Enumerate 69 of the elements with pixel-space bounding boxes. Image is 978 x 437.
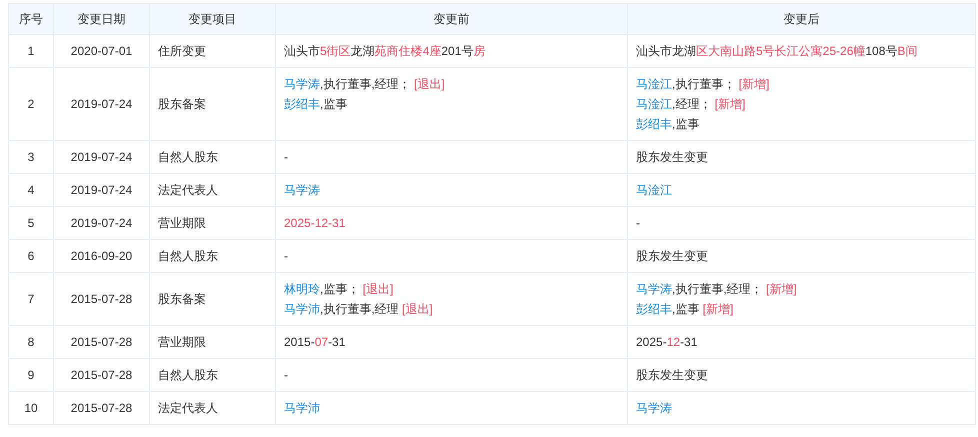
change-detail: 彭绍丰,监事 [新增] — [636, 302, 734, 316]
change-detail: 汕头市5街区龙湖苑商住楼4座201号房 — [284, 44, 486, 58]
change-date: 2016-09-20 — [70, 249, 132, 263]
row-number: 4 — [28, 183, 34, 197]
change-item: 法定代表人 — [158, 183, 218, 197]
change-detail: 马学涛,执行董事,经理； [新增] — [636, 282, 797, 296]
row-number: 6 — [28, 249, 34, 263]
row-number: 10 — [24, 401, 38, 415]
row-number: 1 — [28, 44, 34, 58]
change-item: 营业期限 — [158, 216, 206, 230]
change-detail: 马学涛,执行董事,经理； [退出] — [284, 77, 445, 91]
change-detail: 马淦江,经理； [新增] — [636, 97, 746, 111]
change-date: 2019-07-24 — [70, 216, 132, 230]
change-item: 自然人股东 — [158, 368, 218, 382]
change-detail: 马学沛,执行董事,经理 [退出] — [284, 302, 433, 316]
row-number: 3 — [28, 150, 34, 164]
row-number: 7 — [28, 292, 34, 306]
person-link[interactable]: 彭绍丰 — [284, 97, 320, 111]
row-number: 9 — [28, 368, 34, 382]
change-detail: - — [284, 150, 288, 164]
column-header: 序号 — [19, 12, 43, 26]
change-detail: 2025-12-31 — [636, 335, 698, 349]
change-item: 自然人股东 — [158, 150, 218, 164]
person-link[interactable]: 马淦江 — [636, 97, 672, 111]
change-date: 2019-07-24 — [70, 97, 132, 111]
person-link[interactable]: 马淦江 — [636, 77, 672, 91]
person-link[interactable]: 马学涛 — [636, 282, 672, 296]
column-header: 变更后 — [784, 12, 820, 26]
change-detail: 股东发生变更 — [636, 150, 708, 164]
column-header: 变更前 — [434, 12, 470, 26]
change-detail: 股东发生变更 — [636, 249, 708, 263]
change-detail: - — [284, 249, 288, 263]
change-item: 法定代表人 — [158, 401, 218, 415]
change-detail: 汕头市龙湖区大南山路5号长江公寓25-26幢108号B间 — [636, 44, 918, 58]
person-link[interactable]: 林明玲 — [284, 282, 320, 296]
person-link[interactable]: 马学涛 — [284, 183, 320, 197]
change-date: 2015-07-28 — [70, 335, 132, 349]
person-link[interactable]: 马学涛 — [284, 77, 320, 91]
change-detail: - — [284, 368, 288, 382]
column-header: 变更项目 — [188, 12, 236, 26]
change-item: 股东备案 — [158, 292, 206, 306]
person-link[interactable]: 彭绍丰 — [636, 117, 672, 131]
change-detail: - — [636, 216, 640, 230]
change-detail: 2025-12-31 — [284, 216, 346, 230]
change-detail: 2015-07-31 — [284, 335, 346, 349]
person-link[interactable]: 彭绍丰 — [636, 302, 672, 316]
change-detail: 马淦江,执行董事； [新增] — [636, 77, 770, 91]
change-date: 2020-07-01 — [70, 44, 132, 58]
change-item: 自然人股东 — [158, 249, 218, 263]
change-date: 2015-07-28 — [70, 292, 132, 306]
change-detail: 林明玲,监事； [退出] — [284, 282, 394, 296]
change-detail: 彭绍丰,监事 — [636, 117, 700, 131]
change-date: 2015-07-28 — [70, 368, 132, 382]
change-item: 股东备案 — [158, 97, 206, 111]
change-date: 2019-07-24 — [70, 150, 132, 164]
row-number: 5 — [28, 216, 34, 230]
change-item: 住所变更 — [158, 44, 206, 58]
person-link[interactable]: 马学涛 — [636, 401, 672, 415]
change-date: 2015-07-28 — [70, 401, 132, 415]
change-detail: 彭绍丰,监事 — [284, 97, 348, 111]
person-link[interactable]: 马学沛 — [284, 401, 320, 415]
row-number: 8 — [28, 335, 34, 349]
change-date: 2019-07-24 — [70, 183, 132, 197]
change-detail: 股东发生变更 — [636, 368, 708, 382]
change-item: 营业期限 — [158, 335, 206, 349]
person-link[interactable]: 马学沛 — [284, 302, 320, 316]
row-number: 2 — [28, 97, 34, 111]
column-header: 变更日期 — [78, 12, 126, 26]
person-link[interactable]: 马淦江 — [636, 183, 672, 197]
